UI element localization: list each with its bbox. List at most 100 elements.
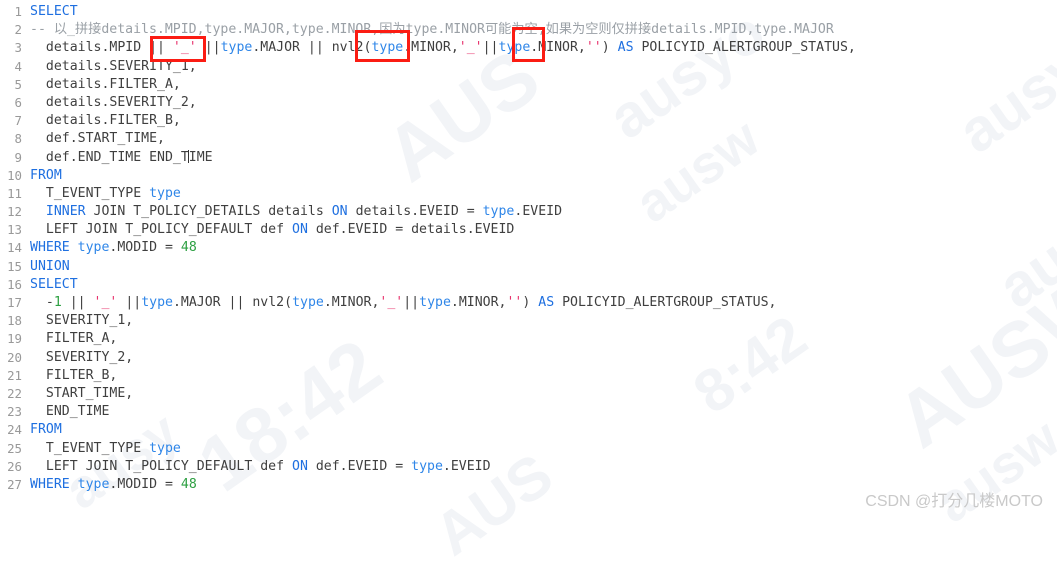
line-number: 14 <box>7 240 22 256</box>
line-number: 26 <box>7 458 22 474</box>
line-number: 19 <box>7 331 22 347</box>
code-token: '_' <box>379 295 404 310</box>
code-line-text[interactable]: SELECT <box>30 3 1057 21</box>
code-line[interactable]: 17 -1 || '_' ||type.MAJOR || nvl2(type.M… <box>0 294 1057 312</box>
code-line[interactable]: 20 SEVERITY_2, <box>0 349 1057 367</box>
code-line-text[interactable]: details.FILTER_A, <box>30 76 1057 94</box>
code-line[interactable]: 13 LEFT JOIN T_POLICY_DEFAULT def ON def… <box>0 221 1057 239</box>
code-line[interactable]: 1 SELECT <box>0 3 1057 21</box>
code-token: 1 <box>53 295 62 310</box>
code-line[interactable]: 25 T_EVENT_TYPE type <box>0 440 1057 458</box>
code-line-text[interactable]: SEVERITY_1, <box>30 312 1057 330</box>
code-line-text[interactable]: details.FILTER_B, <box>30 112 1057 130</box>
code-editor[interactable]: AUS ausyo ausya ausw AUSWA ausya 18:42 8:42 ausy… <box>0 0 1057 568</box>
csdn-credit: CSDN @打分几楼MOTO <box>865 493 1043 510</box>
code-token: .MINOR, <box>530 40 586 56</box>
code-line[interactable]: 24 FROM <box>0 421 1057 439</box>
code-token: SELECT <box>30 276 78 292</box>
code-line[interactable]: 4 details.SEVERITY_1, <box>0 58 1057 76</box>
code-line[interactable]: 10 FROM <box>0 167 1057 185</box>
code-line[interactable]: 3 details.MPID || '_' ||type.MAJOR || nv… <box>0 39 1057 57</box>
line-number: 7 <box>14 113 22 129</box>
code-token: .MAJOR || nvl2( <box>252 40 372 56</box>
code-line-text[interactable]: INNER JOIN T_POLICY_DETAILS details ON d… <box>30 203 1057 221</box>
code-line-text[interactable]: details.SEVERITY_1, <box>30 58 1057 76</box>
code-token: type <box>141 295 173 310</box>
code-token: FILTER_A, <box>30 331 118 347</box>
code-line-text[interactable]: details.MPID || '_' ||type.MAJOR || nvl2… <box>30 39 1057 57</box>
code-line[interactable]: 11 T_EVENT_TYPE type <box>0 185 1057 203</box>
code-line-text[interactable]: START_TIME, <box>30 385 1057 403</box>
code-line[interactable]: 19 FILTER_A, <box>0 330 1057 348</box>
code-line[interactable]: 22 START_TIME, <box>0 385 1057 403</box>
code-line[interactable]: 26 LEFT JOIN T_POLICY_DEFAULT def ON def… <box>0 458 1057 476</box>
line-number: 9 <box>14 149 22 165</box>
code-line-text[interactable]: -1 || '_' ||type.MAJOR || nvl2(type.MINO… <box>30 294 1057 312</box>
code-line[interactable]: 15 UNION <box>0 258 1057 276</box>
code-token: type <box>482 204 515 220</box>
code-token: '_' <box>458 40 483 56</box>
line-number: 23 <box>7 404 22 420</box>
code-token: T_EVENT_TYPE <box>30 185 150 201</box>
code-token: IME <box>188 149 213 165</box>
code-line[interactable]: 7 details.FILTER_B, <box>0 112 1057 130</box>
code-line-text[interactable]: FILTER_A, <box>30 330 1057 348</box>
line-number: 8 <box>14 131 22 147</box>
code-line-text[interactable]: FILTER_B, <box>30 367 1057 385</box>
code-token: .EVEID <box>514 204 563 220</box>
code-line[interactable]: 5 details.FILTER_A, <box>0 76 1057 94</box>
code-token: - <box>30 295 54 310</box>
line-number: 10 <box>7 167 22 183</box>
code-line-text[interactable]: def.START_TIME, <box>30 130 1057 148</box>
code-token: 48 <box>180 240 197 256</box>
code-token: UNION <box>30 258 70 274</box>
code-line-text[interactable]: SEVERITY_2, <box>30 349 1057 367</box>
line-number: 12 <box>7 204 22 220</box>
code-token: JOIN T_POLICY_DETAILS details <box>85 204 332 220</box>
code-line[interactable]: 2 -- 以_拼接details.MPID,type.MAJOR,type.MIN… <box>0 21 1057 39</box>
code-line-text[interactable]: WHERE type.MODID = 48 <box>30 239 1057 257</box>
code-token: .EVEID <box>442 458 491 474</box>
code-line-text[interactable]: FROM <box>30 167 1057 185</box>
line-number: 20 <box>7 349 22 365</box>
code-token: type <box>77 476 110 492</box>
code-line[interactable]: 16 SELECT <box>0 276 1057 294</box>
code-token: .MINOR, <box>323 295 380 310</box>
code-area[interactable]: 1 SELECT 2 -- 以_拼接details.MPID,type.MAJOR,t… <box>0 0 1057 494</box>
code-token: type <box>149 185 181 201</box>
code-line[interactable]: 9 def.END_TIME END_TIME <box>0 149 1057 167</box>
code-token: -- 以_拼接details.MPID,type.MAJOR,type.MINO… <box>30 22 834 38</box>
code-token: type <box>371 40 404 56</box>
code-line[interactable]: 21 FILTER_B, <box>0 367 1057 385</box>
code-line[interactable]: 18 SEVERITY_1, <box>0 312 1057 330</box>
code-line-text[interactable]: def.END_TIME END_TIME <box>30 149 1057 167</box>
line-number: 27 <box>7 476 22 492</box>
code-line[interactable]: 8 def.START_TIME, <box>0 130 1057 148</box>
code-token: type <box>419 295 451 310</box>
code-line[interactable]: 23 END_TIME <box>0 403 1057 421</box>
code-line-text[interactable]: LEFT JOIN T_POLICY_DEFAULT def ON def.EV… <box>30 221 1057 239</box>
code-line-text[interactable]: END_TIME <box>30 403 1057 421</box>
line-number: 16 <box>7 276 22 292</box>
code-line-text[interactable]: details.SEVERITY_2, <box>30 94 1057 112</box>
code-line[interactable]: 14 WHERE type.MODID = 48 <box>0 239 1057 257</box>
code-token: END_TIME <box>30 404 110 420</box>
code-line-text[interactable]: UNION <box>30 258 1057 276</box>
line-number: 5 <box>14 76 22 92</box>
line-number: 3 <box>14 40 22 56</box>
code-line-text[interactable]: SELECT <box>30 276 1057 294</box>
code-line[interactable]: 12 INNER JOIN T_POLICY_DETAILS details O… <box>0 203 1057 221</box>
code-token: '_' <box>93 295 118 310</box>
line-number: 24 <box>7 422 22 438</box>
code-line-text[interactable]: T_EVENT_TYPE type <box>30 185 1057 203</box>
code-line-text[interactable]: FROM <box>30 421 1057 439</box>
code-line-text[interactable]: T_EVENT_TYPE type <box>30 440 1057 458</box>
code-line[interactable]: 6 details.SEVERITY_2, <box>0 94 1057 112</box>
code-token: '' <box>506 295 523 310</box>
line-number: 1 <box>14 4 22 19</box>
code-line-text[interactable]: LEFT JOIN T_POLICY_DEFAULT def ON def.EV… <box>30 458 1057 476</box>
code-line-text[interactable]: -- 以_拼接details.MPID,type.MAJOR,type.MINO… <box>30 21 1057 39</box>
code-token: AS <box>538 295 555 310</box>
